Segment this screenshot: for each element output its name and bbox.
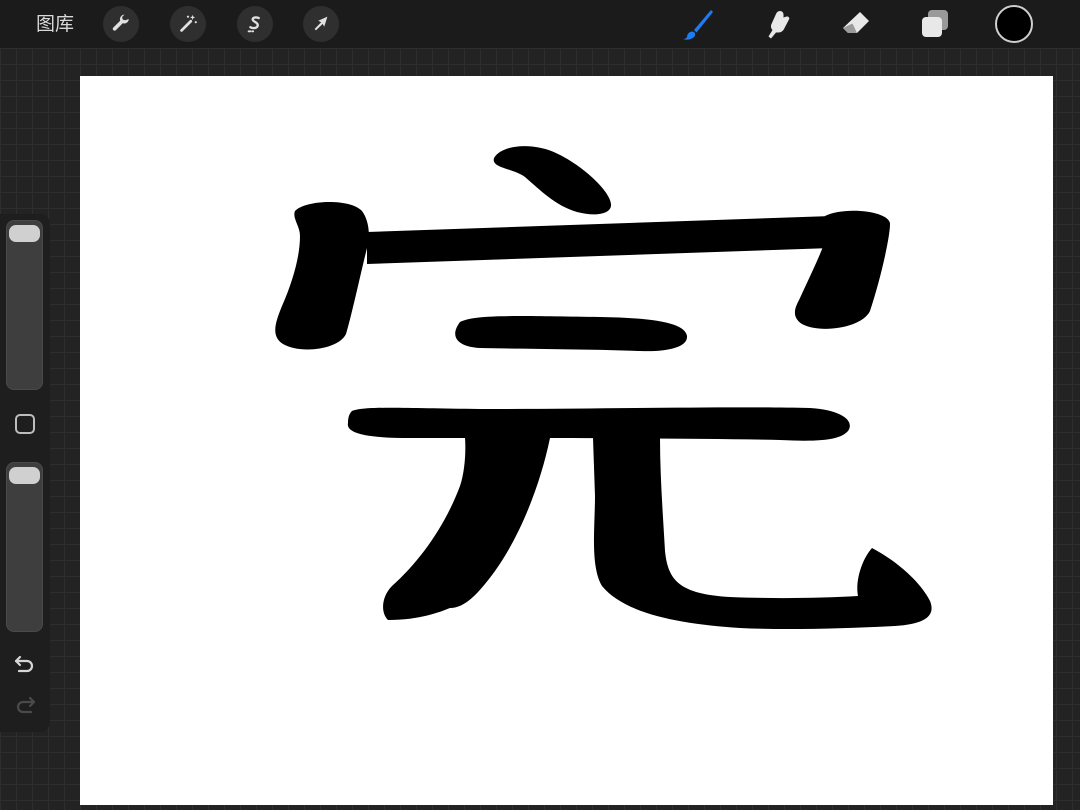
color-picker-button[interactable] — [995, 5, 1033, 43]
undo-button[interactable] — [12, 653, 38, 677]
selection-s-icon — [247, 16, 260, 33]
stroke-left-leg — [383, 438, 550, 620]
redo-arrow-icon — [16, 696, 36, 714]
ink-strokes — [275, 146, 932, 630]
hanzi-drawing — [275, 146, 932, 630]
arrow-cursor-icon — [314, 16, 328, 31]
layers-icon — [922, 10, 948, 37]
opacity-slider[interactable] — [6, 462, 43, 632]
drawing-canvas[interactable] — [80, 76, 1053, 805]
selection-button[interactable] — [237, 6, 273, 42]
brush-tool-button[interactable] — [680, 6, 716, 42]
brush-size-slider-thumb[interactable] — [9, 225, 40, 242]
layers-tool-button[interactable] — [917, 6, 953, 42]
stroke-right-leg — [593, 438, 932, 630]
actions-button[interactable] — [103, 6, 139, 42]
left-sidebar — [0, 214, 50, 732]
redo-button[interactable] — [12, 694, 38, 718]
stroke-inner-bar — [455, 316, 688, 352]
eraser-icon — [843, 12, 869, 33]
top-toolbar: 图库 — [0, 0, 1080, 48]
brush-size-slider[interactable] — [6, 220, 43, 390]
magic-wand-icon — [180, 14, 197, 32]
stroke-dot — [493, 146, 612, 215]
smudge-finger-icon — [768, 11, 790, 39]
transform-button[interactable] — [303, 6, 339, 42]
stroke-long-bar — [347, 407, 850, 441]
stroke-roof-bar — [367, 216, 832, 264]
stroke-roof-left — [275, 201, 369, 350]
smudge-tool-button[interactable] — [759, 6, 795, 42]
wrench-icon — [112, 14, 129, 31]
gallery-button[interactable]: 图库 — [36, 10, 74, 38]
adjustments-button[interactable] — [170, 6, 206, 42]
square-modify-icon[interactable] — [15, 414, 35, 434]
opacity-slider-thumb[interactable] — [9, 467, 40, 484]
undo-arrow-icon — [14, 655, 34, 673]
eraser-tool-button[interactable] — [838, 6, 874, 42]
paintbrush-icon — [683, 10, 713, 40]
